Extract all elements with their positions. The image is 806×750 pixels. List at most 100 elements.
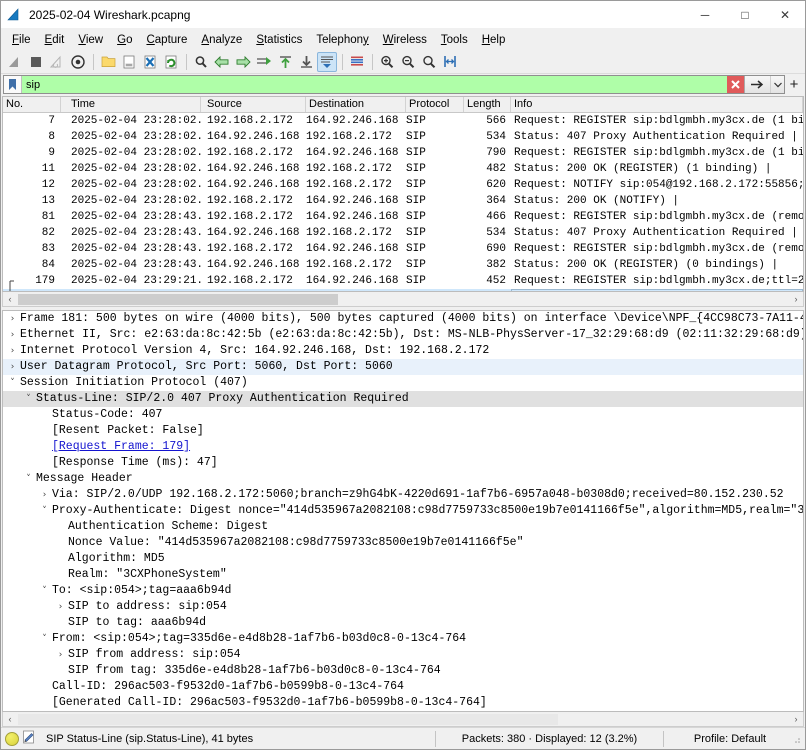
chevron-down-icon[interactable]: ˅	[39, 631, 50, 647]
detail-tree-row[interactable]: ˅ Status-Line: SIP/2.0 407 Proxy Authenti…	[3, 391, 803, 407]
detail-tree-row[interactable]: Algorithm: MD5	[3, 551, 803, 567]
detail-tree-row[interactable]: › User Datagram Protocol, Src Port: 5060,…	[3, 359, 803, 375]
detail-tree-row[interactable]: SIP to tag: aaa6b94d	[3, 615, 803, 631]
packet-details-hscrollbar[interactable]: ‹ ›	[2, 712, 804, 727]
menu-help[interactable]: Help	[475, 32, 513, 48]
detail-tree-row[interactable]: Nonce Value: "414d535967a2082108:c98d775…	[3, 535, 803, 551]
go-back-icon[interactable]	[212, 52, 232, 72]
detail-tree-row[interactable]: Realm: "3CXPhoneSystem"	[3, 567, 803, 583]
menu-telephony[interactable]: Telephony	[309, 32, 375, 48]
detail-tree-row[interactable]: › Via: SIP/2.0/UDP 192.168.2.172:5060;bra…	[3, 487, 803, 503]
chevron-right-icon[interactable]: ›	[7, 311, 18, 327]
column-header-info[interactable]: Info	[511, 97, 803, 112]
zoom-out-icon[interactable]	[398, 52, 418, 72]
chevron-down-icon[interactable]: ˅	[39, 583, 50, 599]
detail-tree-row[interactable]: ˅ Proxy-Authenticate: Digest nonce="414d5…	[3, 503, 803, 519]
menu-capture[interactable]: Capture	[139, 32, 194, 48]
clear-filter-icon[interactable]	[727, 76, 744, 93]
close-button[interactable]: ✕	[765, 1, 805, 29]
column-header-length[interactable]: Length	[464, 97, 511, 112]
resize-grip-icon[interactable]	[790, 733, 802, 745]
detail-tree-row[interactable]: [Response Time (ms): 47]	[3, 455, 803, 471]
chevron-right-icon[interactable]: ›	[55, 647, 66, 663]
detail-tree-row[interactable]: › Internet Protocol Version 4, Src: 164.9…	[3, 343, 803, 359]
detail-tree-row[interactable]: SIP from tag: 335d6e-e4d8b28-1af7b6-b03d…	[3, 663, 803, 679]
column-header-no[interactable]: No.	[3, 97, 61, 112]
detail-tree-row[interactable]: ˅ From: <sip:054>;tag=335d6e-e4d8b28-1af7…	[3, 631, 803, 647]
add-filter-button[interactable]: +	[785, 75, 803, 94]
packet-row[interactable]: 81 2025-02-04 23:28:43.381412 192.168.2.17…	[3, 209, 803, 225]
menu-tools[interactable]: Tools	[434, 32, 475, 48]
column-header-destination[interactable]: Destination	[306, 97, 406, 112]
chevron-down-icon[interactable]: ˅	[7, 375, 18, 391]
column-header-time[interactable]: Time	[61, 97, 201, 112]
status-profile[interactable]: Profile: Default	[670, 733, 790, 745]
apply-filter-arrow-icon[interactable]	[744, 76, 770, 93]
menu-go[interactable]: Go	[110, 32, 139, 48]
expert-info-yellow-icon[interactable]	[5, 731, 19, 746]
detail-hscroll-thumb[interactable]	[18, 713, 558, 725]
packet-row[interactable]: 9 2025-02-04 23:28:02.177614 192.168.2.172…	[3, 145, 803, 161]
chevron-down-icon[interactable]	[770, 76, 784, 93]
save-file-icon[interactable]	[119, 52, 139, 72]
filter-input[interactable]	[22, 76, 727, 93]
packet-list-body[interactable]: 7 2025-02-04 23:28:02.100107 192.168.2.172…	[3, 113, 803, 291]
go-forward-icon[interactable]	[233, 52, 253, 72]
start-capture-icon[interactable]	[5, 52, 25, 72]
detail-hscroll-track[interactable]	[17, 712, 789, 726]
detail-link[interactable]: [Request Frame: 179]	[50, 439, 190, 455]
open-file-icon[interactable]	[98, 52, 118, 72]
menu-view[interactable]: View	[71, 32, 110, 48]
chevron-right-icon[interactable]: ›	[55, 599, 66, 615]
packet-row[interactable]: 8 2025-02-04 23:28:02.177033 164.92.246.16…	[3, 129, 803, 145]
detail-tree-row[interactable]: › SIP to address: sip:054	[3, 599, 803, 615]
detail-tree-row[interactable]: [Generated Call-ID: 296ac503-f9532d0-1af…	[3, 695, 803, 711]
restart-capture-icon[interactable]	[47, 52, 67, 72]
detail-tree-row[interactable]: ˅ To: <sip:054>;tag=aaa6b94d	[3, 583, 803, 599]
detail-tree-row[interactable]: Status-Code: 407	[3, 407, 803, 423]
packet-list-hscrollbar[interactable]: ‹ ›	[2, 292, 804, 307]
filter-field-container[interactable]	[3, 75, 785, 94]
detail-tree-row[interactable]: [Resent Packet: False]	[3, 423, 803, 439]
bookmark-icon[interactable]	[4, 76, 22, 93]
detail-tree-row[interactable]: Authentication Scheme: Digest	[3, 519, 803, 535]
menu-file[interactable]: File	[5, 32, 38, 48]
zoom-in-icon[interactable]	[377, 52, 397, 72]
packet-row[interactable]: 82 2025-02-04 23:28:43.428194 164.92.246.1…	[3, 225, 803, 241]
stop-capture-icon[interactable]	[26, 52, 46, 72]
detail-tree-row[interactable]: › Ethernet II, Src: e2:63:da:8c:42:5b (e2…	[3, 327, 803, 343]
go-to-packet-icon[interactable]	[254, 52, 274, 72]
column-header-protocol[interactable]: Protocol	[406, 97, 464, 112]
packet-row[interactable]: 84 2025-02-04 23:28:43.549810 164.92.246.1…	[3, 257, 803, 273]
zoom-reset-icon[interactable]	[419, 52, 439, 72]
chevron-right-icon[interactable]: ›	[7, 359, 18, 375]
capture-options-icon[interactable]	[68, 52, 88, 72]
find-packet-icon[interactable]	[191, 52, 211, 72]
hscroll-left-arrow[interactable]: ‹	[3, 294, 17, 304]
packet-row[interactable]: 7 2025-02-04 23:28:02.100107 192.168.2.172…	[3, 113, 803, 129]
packet-row[interactable]: 179 2025-02-04 23:29:21.477438 192.168.2.1…	[3, 273, 803, 289]
resize-columns-icon[interactable]	[440, 52, 460, 72]
chevron-right-icon[interactable]: ›	[7, 327, 18, 343]
hscroll-thumb[interactable]	[18, 293, 338, 305]
packet-row[interactable]: 83 2025-02-04 23:28:43.430149 192.168.2.17…	[3, 241, 803, 257]
detail-tree-row[interactable]: › SIP from address: sip:054	[3, 647, 803, 663]
menu-edit[interactable]: Edit	[38, 32, 72, 48]
menu-statistics[interactable]: Statistics	[249, 32, 309, 48]
reload-file-icon[interactable]	[161, 52, 181, 72]
chevron-down-icon[interactable]: ˅	[23, 471, 34, 487]
hscroll-track[interactable]	[17, 292, 789, 306]
chevron-right-icon[interactable]: ›	[39, 487, 50, 503]
go-to-last-icon[interactable]	[296, 52, 316, 72]
detail-hscroll-right-arrow[interactable]: ›	[789, 714, 803, 724]
chevron-right-icon[interactable]: ›	[7, 343, 18, 359]
packet-row[interactable]: 1812025-02-04 23:29:21.524878164.92.246.…	[3, 289, 803, 291]
close-file-icon[interactable]	[140, 52, 160, 72]
chevron-down-icon[interactable]: ˅	[39, 503, 50, 519]
detail-tree-row[interactable]: ˅ Message Header	[3, 471, 803, 487]
packet-row[interactable]: 13 2025-02-04 23:28:02.265785 192.168.2.17…	[3, 193, 803, 209]
chevron-down-icon[interactable]: ˅	[23, 391, 34, 407]
colorize-icon[interactable]	[347, 52, 367, 72]
detail-tree-row[interactable]: Call-ID: 296ac503-f9532d0-1af7b6-b0599b8…	[3, 679, 803, 695]
detail-tree-row[interactable]: ˅ Session Initiation Protocol (407)	[3, 375, 803, 391]
